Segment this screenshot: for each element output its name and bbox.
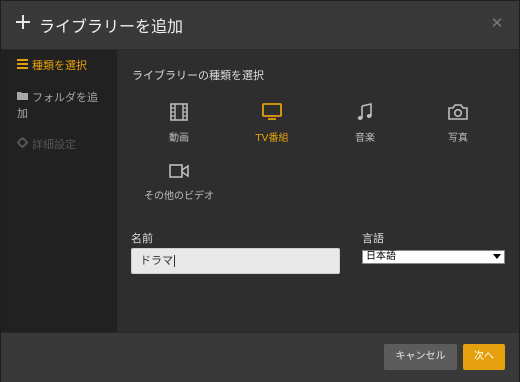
chevron-down-icon: [493, 254, 501, 259]
language-select[interactable]: 日本語: [362, 250, 505, 264]
language-select-value: 日本語: [366, 251, 396, 262]
sidebar-item-label: 種類を選択: [32, 59, 87, 72]
name-label: 名前: [131, 232, 153, 245]
film-icon: [170, 103, 188, 121]
type-label: 写真: [448, 133, 468, 144]
sidebar-item-select-type[interactable]: 種類を選択: [17, 58, 87, 74]
section-title: ライブラリーの種類を選択: [132, 69, 264, 82]
list-icon: [17, 58, 29, 74]
video-camera-icon: [169, 164, 189, 178]
library-name-input[interactable]: ドラマ: [131, 248, 340, 274]
sidebar: 種類を選択 フォルダを追加 詳細設定: [1, 50, 117, 332]
sidebar-item-advanced: 詳細設定: [17, 137, 76, 153]
music-note-icon: [357, 103, 372, 120]
type-label: 音楽: [355, 133, 375, 144]
main-panel: ライブラリーの種類を選択 動画 TV番組 音楽 写真 その他のビデオ 名前 ドラ…: [117, 50, 519, 332]
close-icon[interactable]: ✕: [489, 14, 505, 32]
name-input-value: ドラマ: [140, 254, 173, 267]
type-label: 動画: [169, 133, 189, 144]
text-caret: [174, 255, 175, 267]
dialog-footer: キャンセル 次へ: [1, 332, 519, 382]
sidebar-item-add-folder[interactable]: フォルダを追加: [17, 90, 103, 122]
dialog-title: ライブラリーを追加: [39, 17, 184, 36]
add-library-dialog: ライブラリーを追加 ✕ 種類を選択 フォルダを追加 詳細設定 ライブラリーの種類…: [0, 0, 520, 382]
type-movies[interactable]: 動画: [139, 103, 219, 144]
next-button[interactable]: 次へ: [463, 344, 505, 370]
sidebar-item-label: フォルダを追加: [17, 91, 98, 120]
plus-icon: [15, 14, 31, 30]
gear-icon: [17, 137, 29, 153]
type-tv-shows[interactable]: TV番組: [232, 103, 312, 144]
cancel-button[interactable]: キャンセル: [384, 344, 457, 370]
language-label: 言語: [362, 232, 384, 245]
type-other-videos[interactable]: その他のビデオ: [139, 163, 219, 202]
sidebar-item-label: 詳細設定: [32, 138, 76, 151]
tv-icon: [262, 103, 282, 120]
type-label: その他のビデオ: [144, 191, 214, 202]
type-music[interactable]: 音楽: [325, 103, 405, 144]
camera-icon: [448, 104, 468, 120]
type-label: TV番組: [255, 133, 289, 144]
dialog-header: ライブラリーを追加 ✕: [1, 1, 519, 50]
type-photos[interactable]: 写真: [418, 103, 498, 144]
folder-icon: [17, 90, 29, 106]
